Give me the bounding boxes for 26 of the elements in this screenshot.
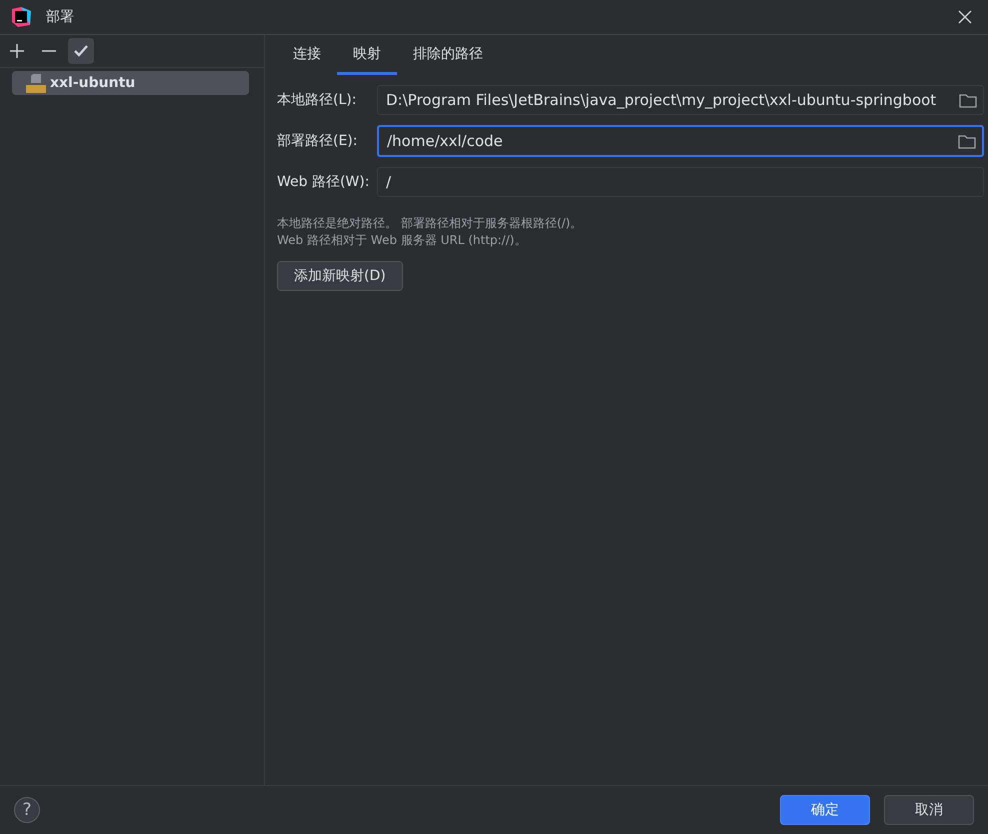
path-field[interactable]: /home/xxl/code [377, 125, 984, 157]
tab[interactable]: 连接 [277, 35, 337, 75]
folder-icon[interactable] [959, 92, 977, 108]
field-label: Web 路径(W): [277, 173, 370, 191]
folder-icon[interactable] [958, 134, 976, 148]
hint-text: 本地路径是绝对路径。 部署路径相对于服务器根路径(/)。 [277, 215, 584, 232]
ok-button[interactable]: 确定 [780, 795, 870, 825]
field-label: 本地路径(L): [277, 91, 358, 109]
sftp-server-icon [26, 73, 46, 93]
server-list-item[interactable]: xxl-ubuntu [12, 71, 249, 95]
path-field[interactable]: / [377, 167, 984, 197]
path-field[interactable]: D:\Program Files\JetBrains\java_project\my_project\xxl-ubuntu-springboot [377, 85, 984, 115]
minus-icon [41, 50, 57, 52]
tab[interactable]: 映射 [337, 35, 397, 75]
hint-text: Web 路径相对于 Web 服务器 URL (http://)。 [277, 232, 528, 249]
checkmark-icon [73, 43, 89, 59]
checkmark-button[interactable] [68, 38, 94, 64]
help-button[interactable]: ? [14, 797, 40, 823]
window-title: 部署 [46, 8, 75, 26]
tab[interactable]: 排除的路径 [397, 35, 499, 75]
field-label: 部署路径(E): [277, 132, 358, 150]
plus-icon [9, 43, 25, 59]
add-mapping-button[interactable]: 添加新映射(D) [277, 261, 403, 291]
app-logo-icon [10, 6, 32, 28]
cancel-button[interactable]: 取消 [884, 795, 974, 825]
close-icon[interactable] [958, 10, 972, 24]
